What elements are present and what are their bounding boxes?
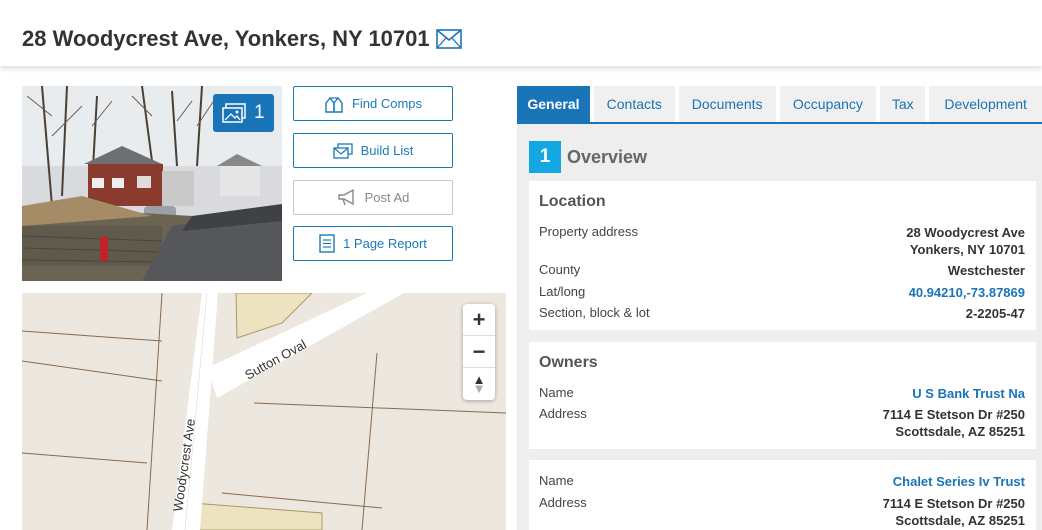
latlong-label: Lat/long (539, 284, 586, 299)
zoom-in-button[interactable]: + (463, 304, 495, 336)
property-address-line1: 28 Woodycrest Ave (906, 225, 1025, 240)
owner-address-line1: 7114 E Stetson Dr #250 (882, 496, 1025, 511)
page-header: 28 Woodycrest Ave, Yonkers, NY 10701 (0, 0, 1042, 66)
property-address-label: Property address (539, 224, 638, 239)
sbl-label: Section, block & lot (539, 305, 650, 320)
owner-address-line1: 7114 E Stetson Dr #250 (882, 407, 1025, 422)
compass-button[interactable]: ▲ ▼ (463, 368, 495, 400)
tab-contacts[interactable]: Contacts (593, 86, 675, 122)
tab-general[interactable]: General (517, 86, 590, 122)
photo-count-badge[interactable]: 1 (213, 94, 274, 132)
tab-documents[interactable]: Documents (678, 86, 776, 122)
photos-icon (222, 103, 246, 123)
owner-name-label: Name (539, 385, 574, 400)
overview-title: Overview (567, 146, 648, 167)
county-value: Westchester (947, 263, 1025, 278)
owner-address-label: Address (539, 406, 587, 421)
owner-name-link[interactable]: U S Bank Trust Na (912, 385, 1025, 402)
latlong-link[interactable]: 40.94210,-73.87869 (909, 284, 1025, 301)
find-comps-label: Find Comps (351, 96, 423, 111)
county-label: County (539, 262, 581, 277)
owners-title: Owners (539, 354, 598, 371)
tab-occupancy[interactable]: Occupancy (779, 86, 877, 122)
detail-tabs: General Contacts Documents Occupancy Tax… (517, 86, 1042, 124)
sbl-value: 2-2205-47 (965, 306, 1025, 321)
tab-development[interactable]: Development (929, 86, 1042, 122)
owners-card: Owners Name U S Bank Trust Na Address 71… (529, 342, 1036, 449)
zoom-out-button[interactable]: − (463, 336, 495, 368)
property-title: 28 Woodycrest Ave, Yonkers, NY 10701 (22, 26, 430, 51)
find-comps-icon (325, 96, 343, 113)
owner-address-value: 7114 E Stetson Dr #250 Scottsdale, AZ 85… (883, 406, 1025, 440)
property-address-line2: Yonkers, NY 10701 (909, 242, 1025, 257)
page-report-label: 1 Page Report (343, 236, 427, 251)
overview-number-badge: 1 (529, 141, 561, 173)
envelope-icon[interactable] (436, 29, 462, 49)
build-list-icon (332, 142, 353, 159)
owner-name-link[interactable]: Chalet Series Iv Trust (893, 473, 1025, 490)
megaphone-icon (337, 188, 354, 205)
page-report-button[interactable]: 1 Page Report (293, 226, 453, 261)
report-icon (319, 234, 335, 253)
property-map[interactable]: Sutton Oval Woodycrest Ave (22, 293, 506, 530)
location-title: Location (539, 193, 606, 210)
tab-tax[interactable]: Tax (880, 86, 926, 122)
photo-count: 1 (254, 102, 265, 123)
property-address-value: 28 Woodycrest Ave Yonkers, NY 10701 (906, 224, 1025, 258)
find-comps-button[interactable]: Find Comps (293, 86, 453, 121)
owner-address-value: 7114 E Stetson Dr #250 Scottsdale, AZ 85… (883, 495, 1025, 529)
owner-address-line2: Scottsdale, AZ 85251 (895, 424, 1025, 439)
location-card: Location Property address 28 Woodycrest … (529, 181, 1036, 330)
compass-south-icon: ▼ (472, 381, 486, 396)
post-ad-button[interactable]: Post Ad (293, 180, 453, 215)
post-ad-label: Post Ad (364, 190, 410, 205)
owner-name-label: Name (539, 473, 574, 488)
owner-card-2: Name Chalet Series Iv Trust Address 7114… (529, 460, 1036, 530)
build-list-button[interactable]: Build List (293, 133, 453, 168)
map-controls: + − ▲ ▼ (463, 304, 495, 400)
owner-address-line2: Scottsdale, AZ 85251 (895, 513, 1025, 528)
owner-address-label: Address (539, 495, 587, 510)
build-list-label: Build List (360, 143, 414, 158)
overview-heading: 1 Overview (529, 141, 647, 173)
